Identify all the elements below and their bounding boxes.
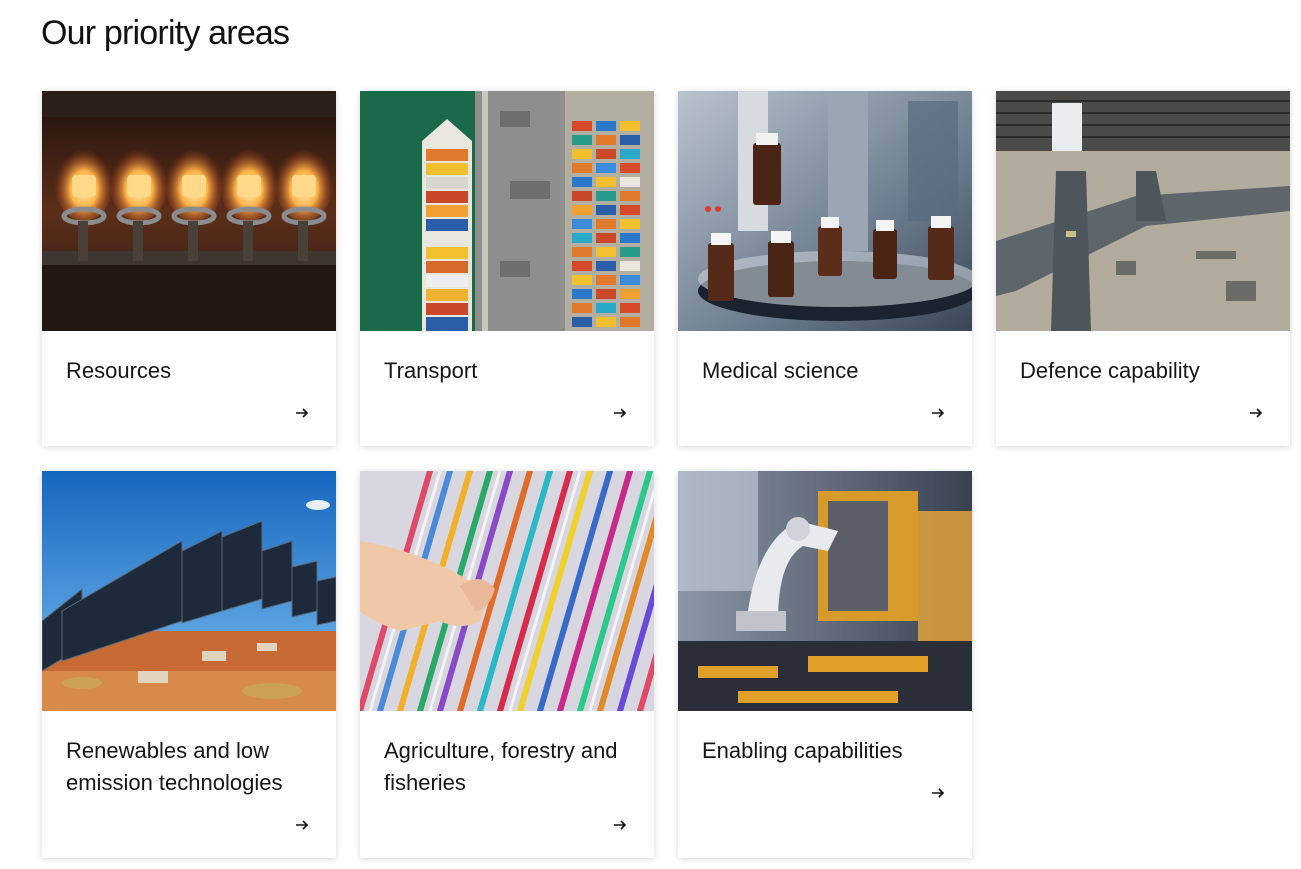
arrow-right-icon — [613, 818, 627, 832]
arrow-right-icon — [1249, 406, 1263, 420]
arrow-right-icon — [931, 406, 945, 420]
card-title: Agriculture, forestry and fisheries — [384, 738, 618, 795]
card-title: Enabling capabilities — [702, 738, 903, 763]
gas-burners-image — [42, 91, 336, 331]
arrow-right-icon — [295, 818, 309, 832]
robotic-arm-image — [678, 471, 972, 711]
arrow-right-icon — [295, 406, 309, 420]
card-medical-science[interactable]: Medical science — [678, 91, 972, 446]
card-title: Renewables and low emission technologies — [66, 738, 283, 795]
arrow-right-icon — [931, 786, 945, 800]
card-defence-capability[interactable]: Defence capability — [996, 91, 1290, 446]
aircraft-hangar-image — [996, 91, 1290, 331]
card-title: Resources — [66, 358, 172, 383]
card-enabling-capabilities[interactable]: Enabling capabilities — [678, 471, 972, 858]
priority-areas-section: Our priority areas Resources Transport M… — [0, 0, 1301, 869]
card-transport[interactable]: Transport — [360, 91, 654, 446]
card-resources[interactable]: Resources — [42, 91, 336, 446]
card-title: Transport — [384, 358, 478, 383]
solar-panels-image — [42, 471, 336, 711]
card-renewables[interactable]: Renewables and low emission technologies — [42, 471, 336, 858]
section-title: Our priority areas — [41, 14, 290, 52]
card-agriculture[interactable]: Agriculture, forestry and fisheries — [360, 471, 654, 858]
colored-fibres-image — [360, 471, 654, 711]
container-ship-image — [360, 91, 654, 331]
lab-vials-image — [678, 91, 972, 331]
card-title: Defence capability — [1020, 358, 1200, 383]
card-title: Medical science — [702, 358, 859, 383]
arrow-right-icon — [613, 406, 627, 420]
